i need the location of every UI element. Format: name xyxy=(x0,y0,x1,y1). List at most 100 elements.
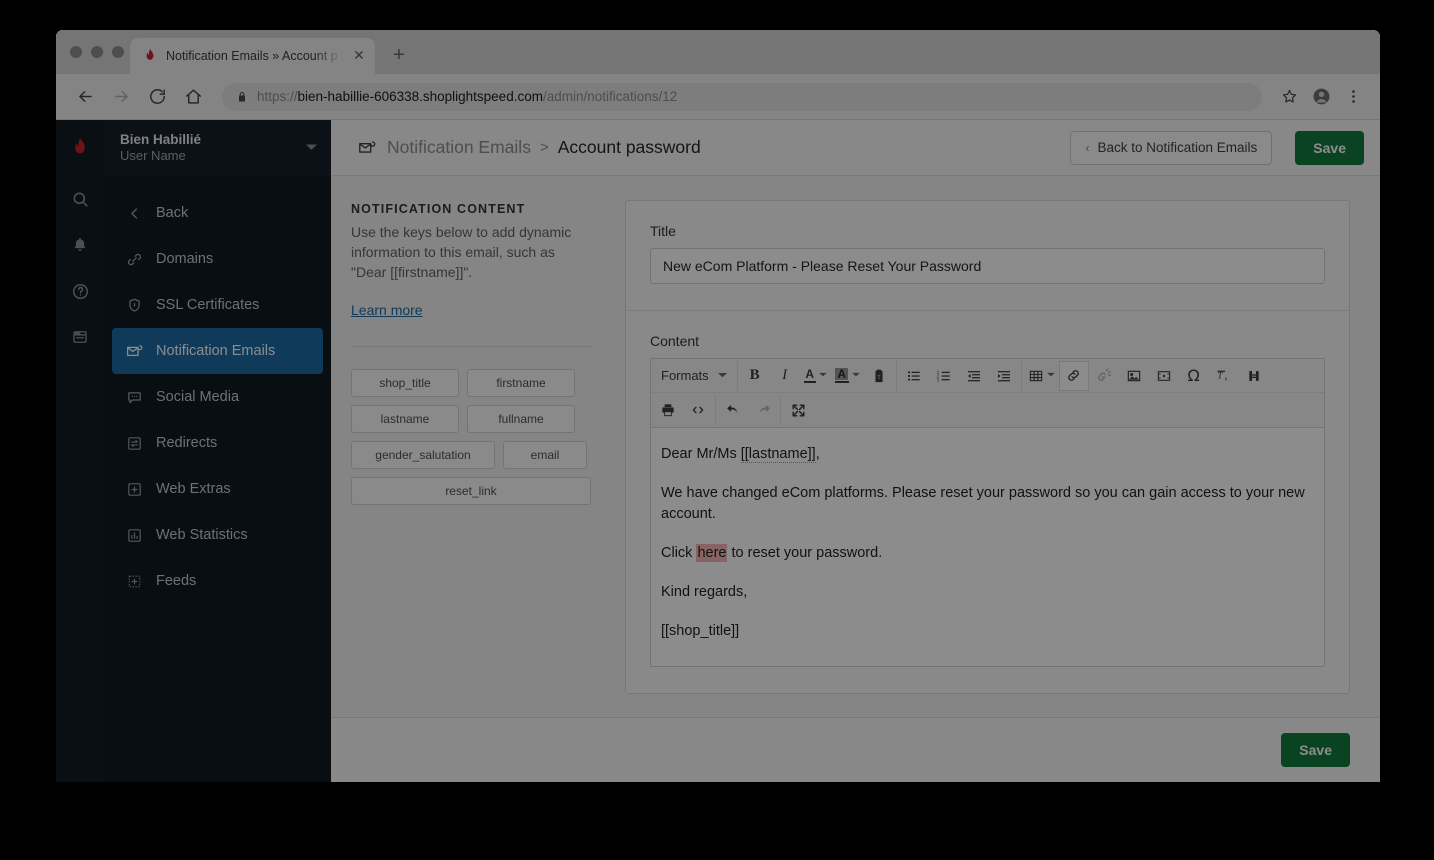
divider xyxy=(351,346,591,348)
sidebar-item-notification-emails[interactable]: Notification Emails xyxy=(112,328,323,374)
unlink-button[interactable] xyxy=(1089,361,1119,391)
title-input[interactable] xyxy=(650,248,1325,284)
save-button-footer[interactable]: Save xyxy=(1281,733,1350,767)
selected-link-text[interactable]: here xyxy=(696,544,728,563)
tb-group-lists: 123 xyxy=(897,360,1022,391)
shield-icon xyxy=(124,295,144,315)
search-replace-button[interactable] xyxy=(1239,361,1269,391)
breadcrumb-parent-link[interactable]: Notification Emails xyxy=(387,137,531,158)
bullet-list-button[interactable] xyxy=(899,361,929,391)
editor-paragraph-4: Kind regards, xyxy=(661,584,748,601)
sidebar-item-ssl-certificates[interactable]: SSL Certificates xyxy=(112,282,323,328)
text-color-icon: A xyxy=(803,368,816,384)
indent-button[interactable] xyxy=(989,361,1019,391)
sidebar-item-label: Notification Emails xyxy=(156,343,276,359)
breadcrumb: Notification Emails > Account password xyxy=(387,137,1059,158)
sidebar-item-web-statistics[interactable]: Web Statistics xyxy=(112,512,323,558)
new-tab-button[interactable]: + xyxy=(385,42,413,70)
bookmark-star-icon[interactable] xyxy=(1276,84,1302,110)
redirect-icon xyxy=(124,433,144,453)
content-area: NOTIFICATION CONTENT Use the keys below … xyxy=(331,176,1380,718)
source-code-button[interactable] xyxy=(683,395,713,425)
bell-icon[interactable] xyxy=(56,222,104,268)
browser-tab-strip: Notification Emails » Account p ✕ + xyxy=(56,30,1380,74)
svg-text:3: 3 xyxy=(936,377,939,382)
save-button-header[interactable]: Save xyxy=(1295,130,1364,165)
browser-window-icon[interactable] xyxy=(56,314,104,360)
chevron-down-icon[interactable] xyxy=(851,372,860,379)
chat-icon xyxy=(124,387,144,407)
sidebar-item-back[interactable]: Back xyxy=(112,190,323,236)
sidebar-item-label: Web Statistics xyxy=(156,527,248,543)
back-to-notification-emails-button[interactable]: ‹ Back to Notification Emails xyxy=(1070,130,1273,165)
sidebar-item-label: SSL Certificates xyxy=(156,297,260,313)
close-window-button[interactable] xyxy=(70,46,82,58)
key-chip-lastname[interactable]: lastname xyxy=(351,405,459,434)
help-icon[interactable] xyxy=(56,268,104,314)
key-chip-fullname[interactable]: fullname xyxy=(467,405,575,434)
back-navigation-icon[interactable] xyxy=(70,82,100,112)
paste-as-text-button[interactable]: T xyxy=(864,361,894,391)
home-icon[interactable] xyxy=(178,82,208,112)
sidebar-item-web-extras[interactable]: Web Extras xyxy=(112,466,323,512)
sidebar-item-redirects[interactable]: Redirects xyxy=(112,420,323,466)
address-bar[interactable]: https://bien-habillie-606338.shoplightsp… xyxy=(222,82,1262,111)
remove-format-button[interactable]: Tx xyxy=(1209,361,1239,391)
formats-dropdown[interactable]: Formats xyxy=(653,361,735,391)
numbered-list-button[interactable]: 123 xyxy=(929,361,959,391)
browser-menu-icon[interactable] xyxy=(1340,84,1366,110)
forward-navigation-icon[interactable] xyxy=(106,82,136,112)
tb-group-history xyxy=(716,395,781,425)
sidebar-item-domains[interactable]: Domains xyxy=(112,236,323,282)
user-name: User Name xyxy=(120,148,186,164)
learn-more-link[interactable]: Learn more xyxy=(351,302,423,318)
insert-link-button[interactable] xyxy=(1058,360,1089,391)
italic-button[interactable]: I xyxy=(770,361,800,391)
browser-tab[interactable]: Notification Emails » Account p ✕ xyxy=(130,38,375,74)
notification-form-panel: Title Content Formats xyxy=(625,200,1350,694)
close-tab-icon[interactable]: ✕ xyxy=(351,48,367,64)
lightspeed-logo-icon[interactable] xyxy=(69,120,91,176)
tb-group-tools xyxy=(651,395,716,425)
key-chip-firstname[interactable]: firstname xyxy=(467,369,575,398)
key-chip-reset-link[interactable]: reset_link xyxy=(351,477,591,506)
editor-toolbar-row-1: Formats B I A A T 1 2 3 Ω T x xyxy=(651,359,1324,393)
account-switcher[interactable]: Bien Habillié User Name xyxy=(104,120,331,176)
redo-button[interactable] xyxy=(748,395,778,425)
insert-media-button[interactable] xyxy=(1149,361,1179,391)
browser-window: Notification Emails » Account p ✕ + http… xyxy=(56,30,1380,782)
special-character-button[interactable]: Ω xyxy=(1179,361,1209,391)
chevron-down-icon[interactable] xyxy=(818,372,827,379)
link-icon xyxy=(124,249,144,269)
search-icon[interactable] xyxy=(56,176,104,222)
sidebar-item-feeds[interactable]: Feeds xyxy=(112,558,323,604)
tb-group-text-style: B I A A T xyxy=(738,360,897,391)
lightspeed-favicon-icon xyxy=(142,48,158,64)
print-button[interactable] xyxy=(653,395,683,425)
table-button[interactable] xyxy=(1024,361,1059,391)
text-color-button[interactable]: A xyxy=(800,361,831,391)
undo-button[interactable] xyxy=(718,395,748,425)
outdent-button[interactable] xyxy=(959,361,989,391)
key-chip-gender-salutation[interactable]: gender_salutation xyxy=(351,441,495,470)
svg-text:T: T xyxy=(1217,371,1223,381)
breadcrumb-separator: > xyxy=(539,139,549,156)
reload-icon[interactable] xyxy=(142,82,172,112)
editor-text: Dear Mr/Ms xyxy=(661,446,741,462)
key-chip-shop-title[interactable]: shop_title xyxy=(351,369,459,398)
fullscreen-button[interactable] xyxy=(783,395,813,425)
key-chip-email[interactable]: email xyxy=(503,441,587,470)
chevron-down-icon xyxy=(717,372,727,380)
insert-image-button[interactable] xyxy=(1119,361,1149,391)
editor-content-area[interactable]: Dear Mr/Ms [[lastname]], We have changed… xyxy=(651,428,1324,666)
minimize-window-button[interactable] xyxy=(91,46,103,58)
sidebar-item-social-media[interactable]: Social Media xyxy=(112,374,323,420)
formats-dropdown-label: Formats xyxy=(661,368,709,383)
sidebar: Bien Habillié User Name Back Domains SSL… xyxy=(104,120,331,782)
profile-avatar-icon[interactable] xyxy=(1308,84,1334,110)
bold-button[interactable]: B xyxy=(740,361,770,391)
maximize-window-button[interactable] xyxy=(112,46,124,58)
tb-group-view xyxy=(781,395,815,425)
chevron-down-icon[interactable] xyxy=(1046,372,1055,379)
background-color-button[interactable]: A xyxy=(831,361,864,391)
